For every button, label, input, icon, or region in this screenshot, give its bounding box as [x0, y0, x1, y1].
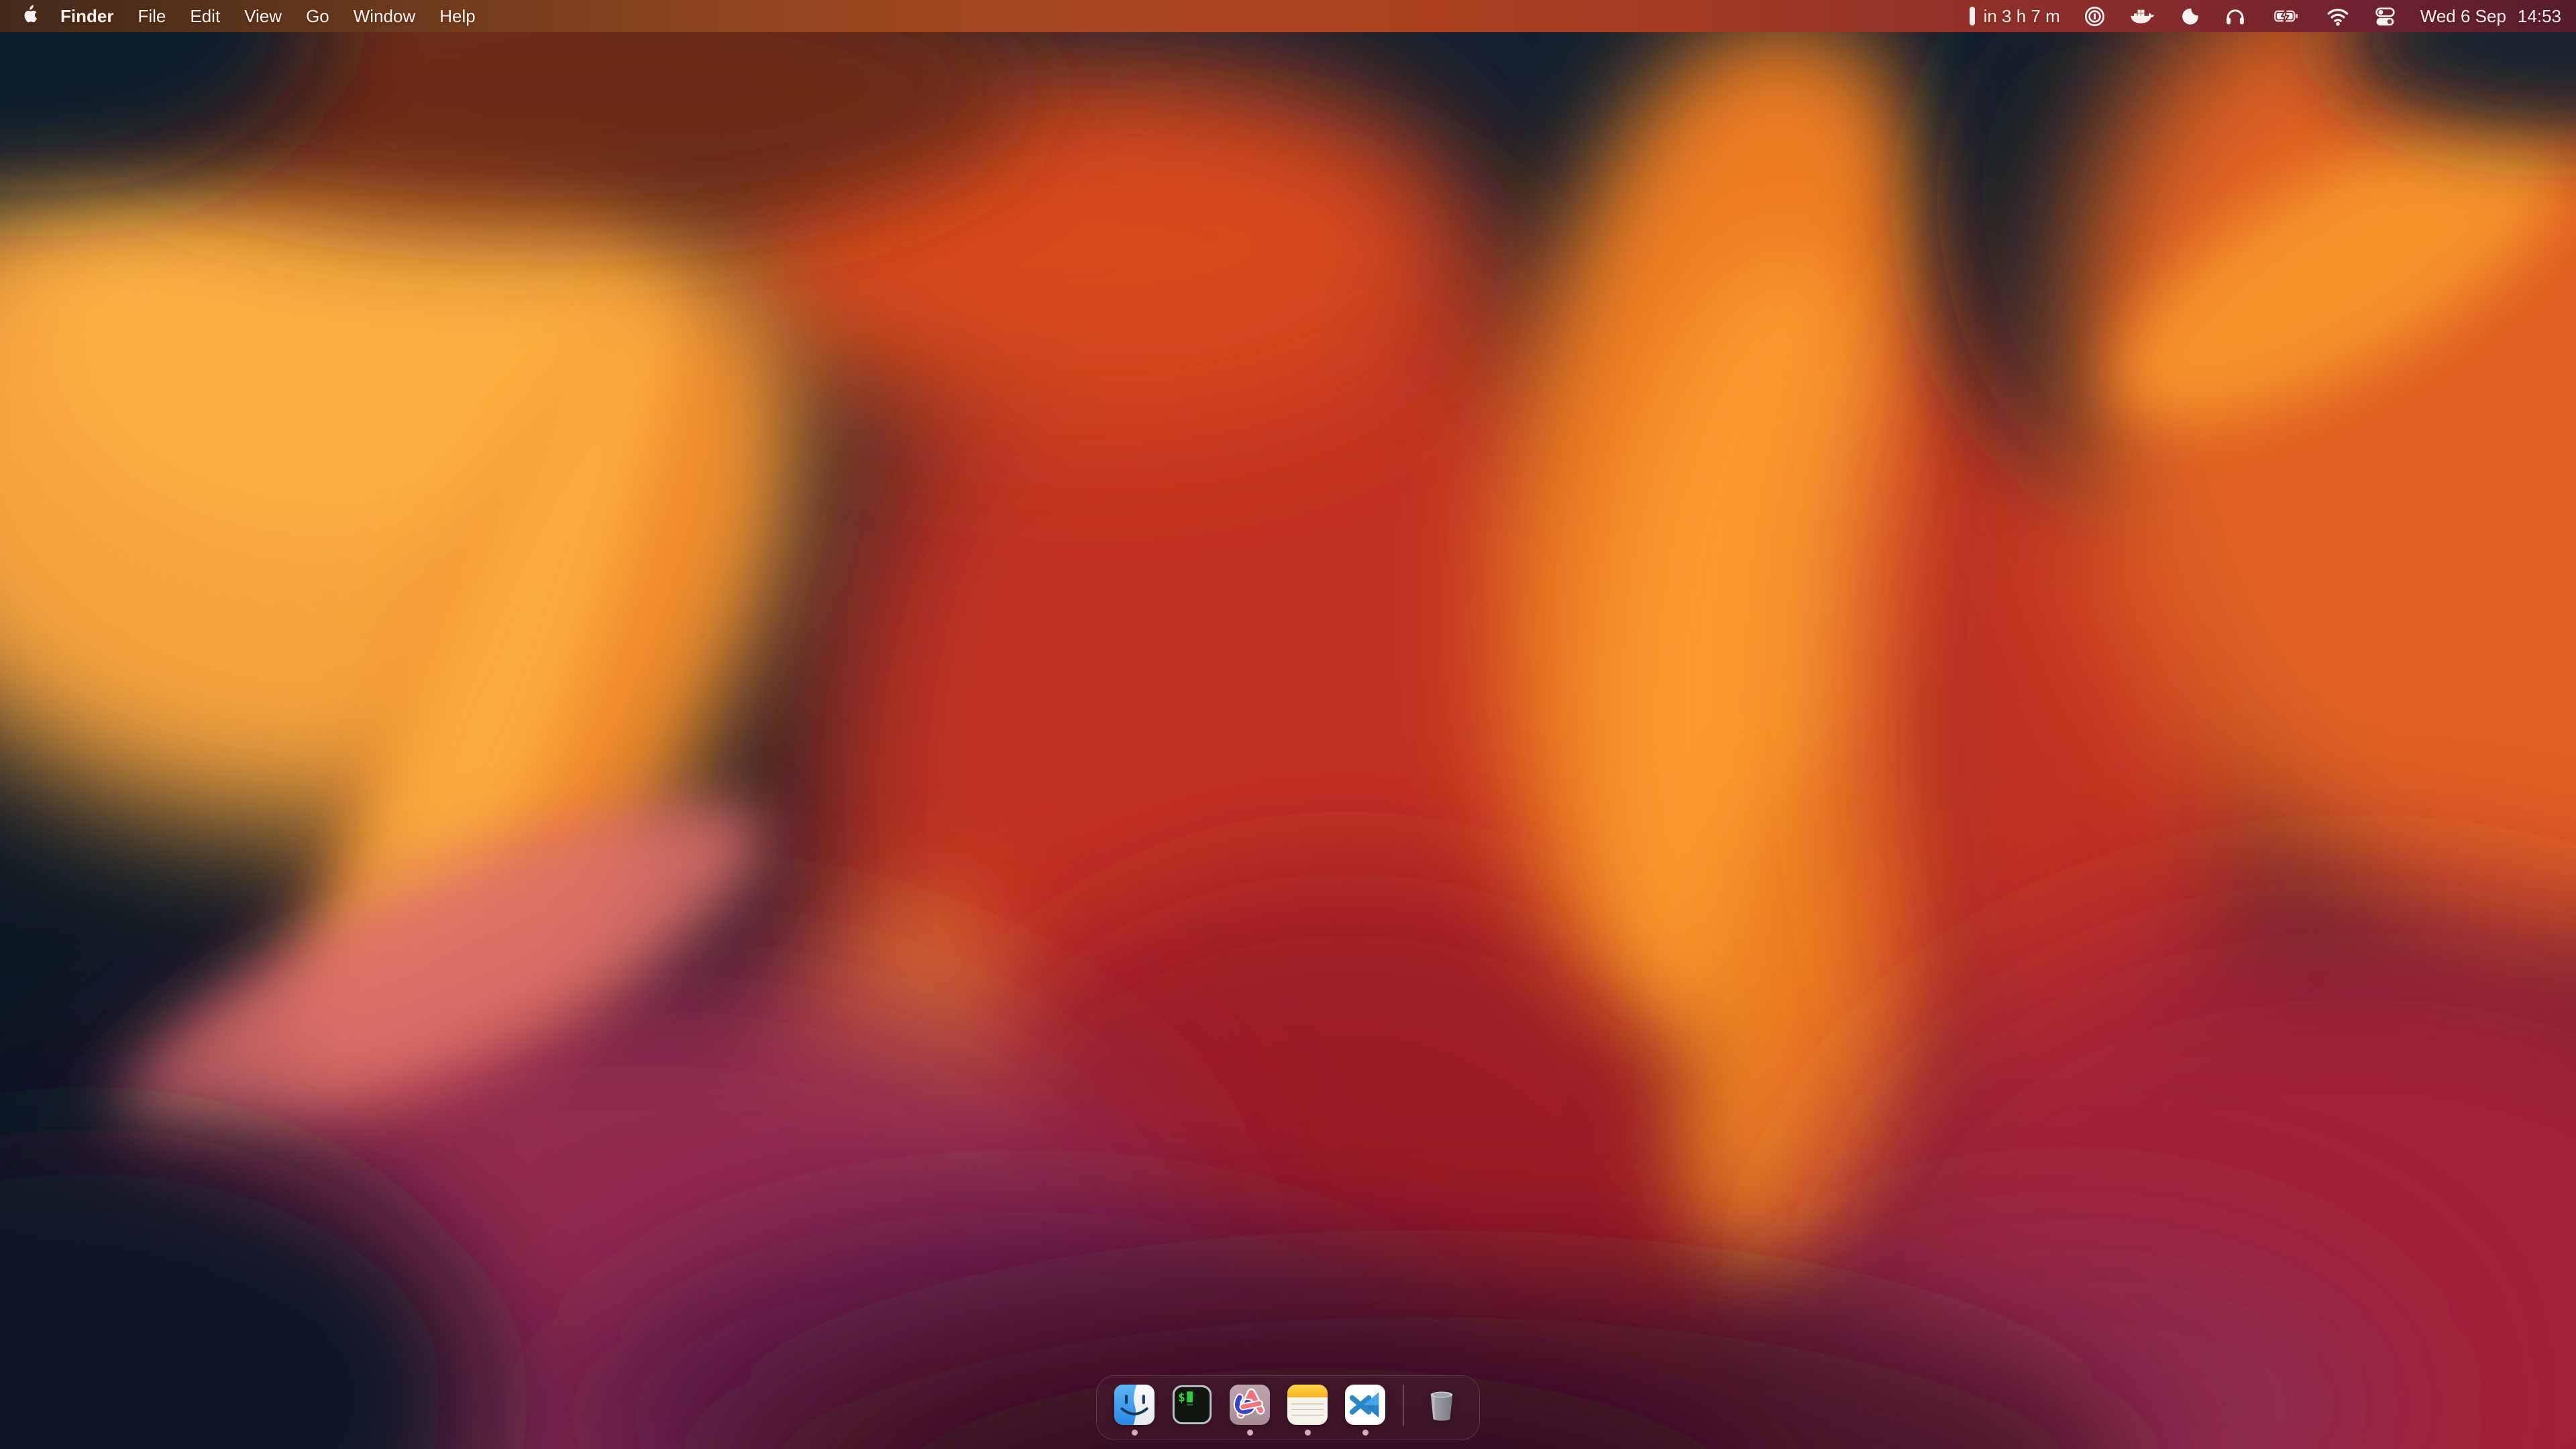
terminal-icon: $: [1172, 1385, 1212, 1425]
dock-separator: [1403, 1385, 1404, 1426]
menu-item-edit[interactable]: Edit: [178, 6, 232, 27]
dock-trash[interactable]: [1421, 1385, 1462, 1425]
headphones-icon[interactable]: [2224, 5, 2247, 28]
menu-item-file[interactable]: File: [125, 6, 178, 27]
focus-moon-icon[interactable]: [2180, 6, 2200, 27]
clock-date: Wed 6 Sep: [2420, 6, 2506, 27]
control-center-icon[interactable]: [2373, 5, 2397, 28]
menu-item-view[interactable]: View: [232, 6, 294, 27]
trash-icon: [1421, 1385, 1462, 1425]
menu-item-window[interactable]: Window: [341, 6, 427, 27]
dock-app-a-letter[interactable]: [1230, 1385, 1270, 1436]
dock-app-terminal[interactable]: $: [1172, 1385, 1212, 1436]
running-indicator: [1362, 1430, 1368, 1436]
menu-bar-clock[interactable]: Wed 6 Sep 14:53: [2420, 6, 2561, 27]
menu-item-help[interactable]: Help: [427, 6, 487, 27]
countdown-label: in 3 h 7 m: [1984, 6, 2060, 27]
running-indicator: [1305, 1430, 1311, 1436]
clock-time: 14:53: [2518, 6, 2561, 27]
1password-icon[interactable]: [2084, 5, 2106, 28]
battery-charging-icon[interactable]: [2270, 5, 2302, 27]
a-letter-app-icon: [1230, 1385, 1270, 1425]
dock-app-finder[interactable]: [1114, 1385, 1155, 1436]
finder-icon: [1114, 1385, 1155, 1425]
running-indicator: [1132, 1430, 1138, 1436]
apple-menu[interactable]: [20, 5, 48, 28]
menu-bar-status: in 3 h 7 m: [1970, 5, 2561, 28]
notes-icon: [1287, 1385, 1328, 1425]
calendar-countdown[interactable]: in 3 h 7 m: [1970, 6, 2060, 27]
menu-item-go[interactable]: Go: [294, 6, 341, 27]
menu-bar-left: Finder File Edit View Go Window Help: [20, 5, 488, 28]
dock-app-notes[interactable]: [1287, 1385, 1328, 1436]
vscode-icon: [1345, 1385, 1385, 1425]
countdown-event-bar-icon: [1970, 7, 1975, 25]
wifi-icon[interactable]: [2326, 5, 2350, 27]
menu-item-finder[interactable]: Finder: [48, 6, 125, 27]
dock-app-vscode[interactable]: [1345, 1385, 1385, 1436]
dock: $: [1096, 1375, 1480, 1440]
terminal-prompt-glyph: $: [1178, 1391, 1185, 1405]
docker-icon[interactable]: [2129, 5, 2156, 27]
running-indicator: [1247, 1430, 1253, 1436]
apple-logo-icon: [21, 5, 40, 28]
menu-bar: Finder File Edit View Go Window Help in …: [0, 0, 2576, 32]
desktop-wallpaper: [0, 0, 2576, 1449]
